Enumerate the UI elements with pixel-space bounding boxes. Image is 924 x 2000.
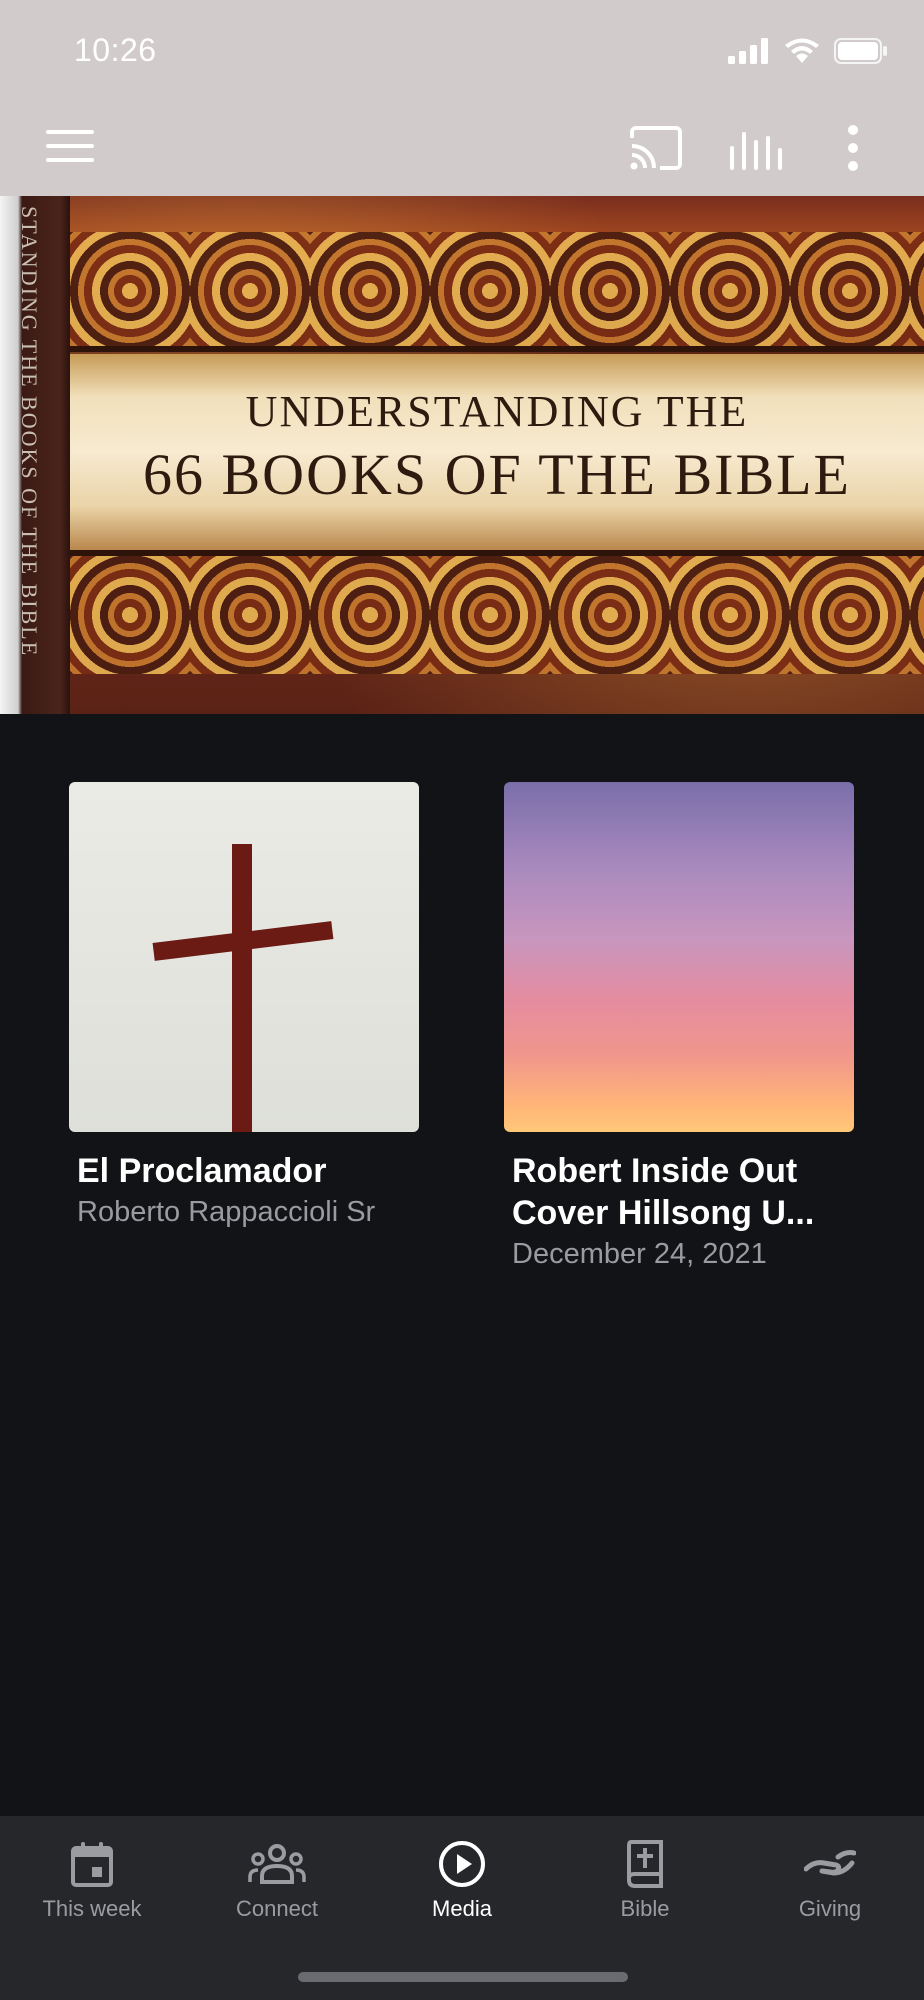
book-cover: UNDERSTANDING THE 66 BOOKS OF THE BIBLE [70,196,924,714]
nav-item-media[interactable]: Media [370,1816,554,1966]
battery-icon [834,38,887,64]
spine-text: STANDING THE BOOKS OF THE BIBLE [17,206,42,658]
ornament-bottom [70,556,924,674]
bible-icon [627,1840,663,1888]
book-spine: STANDING THE BOOKS OF THE BIBLE [0,196,70,714]
nav-item-connect[interactable]: Connect [185,1816,369,1966]
menu-icon[interactable] [44,128,96,164]
media-title: Robert Inside Out Cover Hillsong U... [512,1152,815,1232]
wifi-icon [785,38,819,63]
media-card[interactable]: Robert Inside Out Cover Hillsong U... De… [504,782,854,1274]
media-thumbnail [504,782,854,1132]
play-circle-icon [439,1841,485,1887]
ornament-top [70,232,924,350]
media-subtitle: Roberto Rappaccioli Sr [77,1196,376,1228]
nav-label: Bible [620,1896,670,1921]
top-bar: 10:26 [0,0,924,196]
equalizer-icon[interactable] [728,126,782,170]
banner-title-line1: UNDERSTANDING THE [245,387,749,436]
divider [70,346,924,352]
media-subtitle: December 24, 2021 [512,1238,767,1270]
media-card[interactable]: El Proclamador Roberto Rappaccioli Sr [69,782,419,1232]
groups-icon [248,1844,306,1884]
media-title: El Proclamador [77,1152,327,1190]
nav-label: Media [432,1896,492,1921]
featured-banner[interactable]: STANDING THE BOOKS OF THE BIBLE UNDERSTA… [0,196,924,714]
nav-label: Connect [236,1896,318,1921]
giving-icon [804,1850,856,1876]
home-indicator [298,1972,628,1982]
cast-icon[interactable] [630,126,682,170]
cross-image [232,844,252,1132]
status-icons [728,36,888,66]
calendar-icon [71,1842,113,1887]
nav-item-bible[interactable]: Bible [553,1816,737,1966]
more-vert-icon[interactable] [846,124,860,172]
media-thumbnail [69,782,419,1132]
nav-item-giving[interactable]: Giving [738,1816,922,1966]
banner-title-line2: 66 BOOKS OF THE BIBLE [143,442,851,507]
status-time: 10:26 [74,32,157,68]
signal-icon [728,38,768,64]
nav-label: This week [42,1896,142,1921]
nav-item-this-week[interactable]: This week [0,1816,184,1966]
nav-label: Giving [798,1896,862,1921]
